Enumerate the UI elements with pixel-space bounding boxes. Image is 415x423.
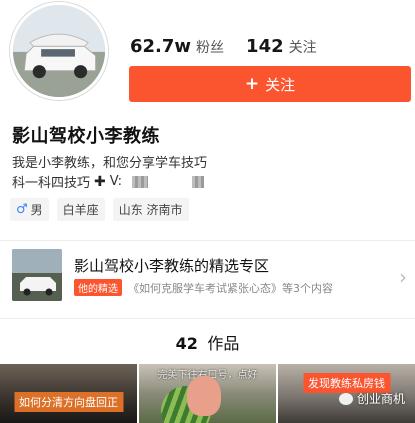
plus-icon: + (244, 73, 260, 94)
gender-tag: ♂ 男 (10, 198, 49, 221)
followers-count: 62.7w (130, 36, 192, 57)
video-caption: 如何分清方向盘回正 (14, 392, 123, 412)
stats-row: 62.7w 粉丝 142 关注 (130, 36, 317, 57)
profile-tags: ♂ 男 白羊座 山东 济南市 (10, 198, 189, 221)
follow-button[interactable]: + 关注 (129, 66, 411, 102)
works-label: 作品 (207, 334, 240, 353)
featured-badge: 他的精选 (74, 279, 122, 296)
watermark-text: 创业商机 (356, 392, 405, 406)
divider (0, 318, 415, 319)
bio-line-1: 我是小李教练，和您分享学车技巧 (12, 156, 208, 171)
chevron-right-icon: › (399, 265, 407, 289)
followers-label: 粉丝 (196, 40, 225, 56)
followers-stat[interactable]: 62.7w 粉丝 (130, 36, 224, 57)
hand-image (187, 376, 221, 416)
zodiac-tag: 白羊座 (56, 198, 105, 221)
following-stat[interactable]: 142 关注 (246, 36, 317, 57)
zodiac-label: 白羊座 (62, 203, 99, 217)
avatar-image (13, 5, 105, 97)
featured-summary: 《如何克服学车考试紧张心态》等3个内容 (128, 281, 333, 295)
featured-thumbnail (12, 249, 62, 301)
works-count: 42 (175, 334, 198, 353)
gender-label: 男 (30, 203, 43, 217)
cross-icon: ✚ (94, 173, 106, 190)
profile-name: 影山驾校小李教练 (12, 126, 160, 147)
avatar[interactable] (10, 2, 108, 100)
contact-label: V: (109, 174, 122, 189)
following-count: 142 (246, 36, 284, 57)
featured-meta: 他的精选 《如何克服学车考试紧张心态》等3个内容 (74, 279, 333, 296)
video-thumbnail[interactable]: 如何分清方向盘回正 (0, 364, 137, 423)
wechat-icon (338, 392, 353, 405)
redacted-block (131, 175, 148, 188)
featured-collection[interactable]: 影山驾校小李教练的精选专区 他的精选 《如何克服学车考试紧张心态》等3个内容 › (0, 241, 415, 315)
video-thumbnail[interactable]: 完美下往右口号，点好 (139, 364, 276, 423)
redacted-block (191, 175, 204, 188)
male-icon: ♂ (16, 202, 28, 217)
follow-button-label: 关注 (265, 75, 296, 94)
profile-header: 62.7w 粉丝 142 关注 + 关注 影山驾校小李教练 我是小李教练，和您分… (0, 0, 415, 240)
location-label: 山东 济南市 (118, 203, 183, 217)
following-label: 关注 (288, 40, 317, 56)
watermark: 创业商机 (338, 390, 405, 407)
location-tag: 山东 济南市 (112, 198, 189, 221)
bio-line-2: 科一科四技巧 ✚ V: (12, 172, 204, 191)
featured-thumbnail-image (12, 249, 62, 301)
featured-title: 影山驾校小李教练的精选专区 (74, 257, 270, 275)
works-tab-title[interactable]: 42 作品 (0, 330, 415, 354)
bio-line-2-text: 科一科四技巧 (12, 176, 91, 191)
